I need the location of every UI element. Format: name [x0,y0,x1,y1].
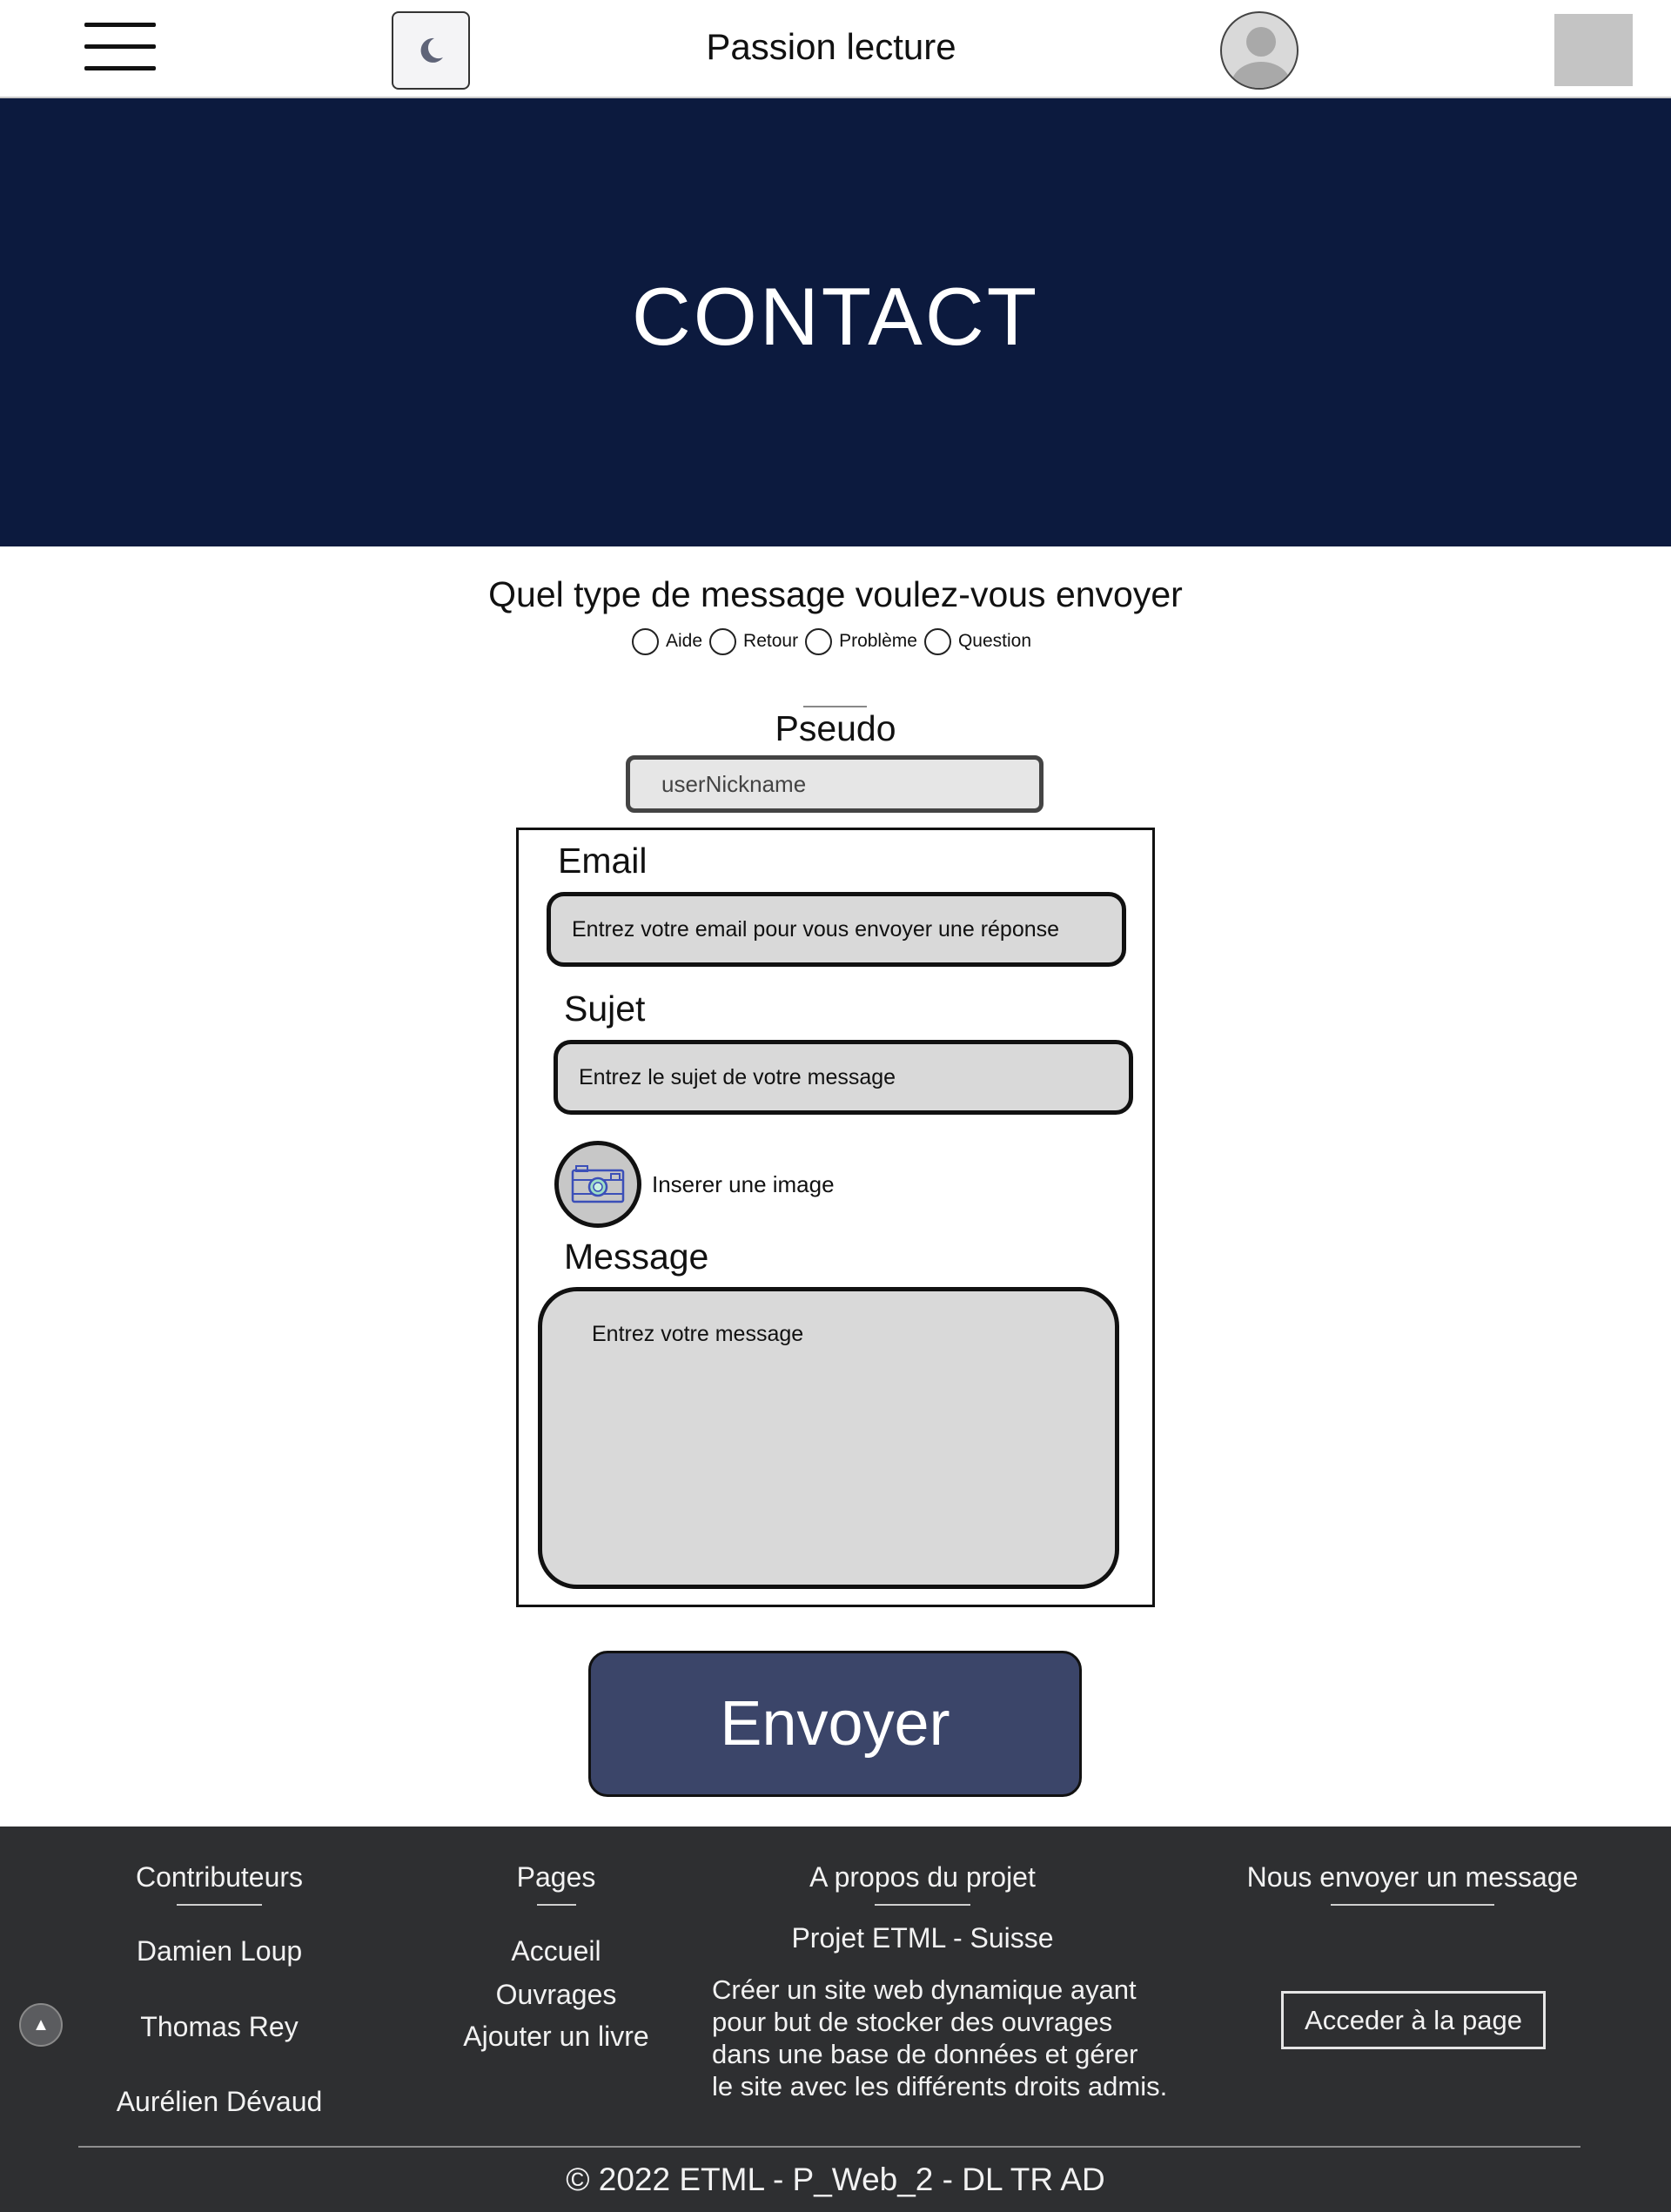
radio-probleme[interactable]: Problème [805,627,917,655]
contact-form: Email Entrez votre email pour vous envoy… [516,828,1155,1607]
dark-mode-toggle-button[interactable] [392,11,470,90]
message-type-question: Quel type de message voulez-vous envoyer [488,574,1183,614]
about-subtitle: Projet ETML - Suisse [791,1922,1054,1954]
footer-link-ajouter-livre[interactable]: Ajouter un livre [426,2021,687,2053]
divider [875,1904,970,1906]
about-line: pour but de stocker des ouvrages [712,2007,1113,2037]
footer-divider [78,2146,1580,2148]
radio-button[interactable] [805,627,833,655]
radio-button[interactable] [632,627,659,655]
contributor-name: Aurélien Dévaud [116,2086,323,2117]
camera-icon [571,1165,625,1203]
footer-pages: Pages [426,1861,687,1906]
email-label: Email [558,841,648,881]
footer-heading: A propos du projet [809,1861,1036,1893]
pseudo-label: Pseudo [775,708,896,748]
divider [1331,1904,1494,1906]
site-footer: Contributeurs Damien Loup Thomas Rey Aur… [0,1827,1671,2212]
radio-label: Aide [666,631,703,651]
hero-banner: CONTACT [0,98,1671,546]
contributor-name: Thomas Rey [140,2011,299,2042]
about-line: le site avec les différents droits admis… [712,2071,1168,2101]
message-type-radio-group: Aide Retour Problème Question [632,627,1038,656]
contributor-name: Damien Loup [136,1935,303,1967]
copyright-text: © 2022 ETML - P_Web_2 - DL TR AD [566,2162,1105,2197]
user-avatar-icon[interactable] [1220,11,1299,90]
footer-heading: Pages [516,1861,596,1893]
placeholder-box [1554,14,1633,86]
radio-label: Retour [743,631,799,651]
insert-image-button[interactable] [554,1141,641,1228]
radio-label: Question [957,631,1032,651]
insert-image-label: Inserer une image [652,1171,835,1197]
divider [536,1904,576,1906]
footer-link-ouvrages[interactable]: Ouvrages [426,1979,687,2011]
footer-link-accueil[interactable]: Accueil [426,1935,687,1967]
footer-heading: Contributeurs [135,1861,304,1893]
page-title: CONTACT [631,270,1040,362]
radio-button[interactable] [709,627,737,655]
hamburger-menu-icon[interactable] [84,23,156,71]
divider [803,706,867,707]
scroll-to-top-button[interactable]: ▲ [19,2003,63,2047]
message-label: Message [564,1237,709,1277]
subject-label: Sujet [564,989,646,1029]
send-button[interactable]: Envoyer [588,1651,1082,1797]
about-description: Créer un site web dynamique ayant pour b… [712,1974,1199,2102]
radio-label: Problème [839,631,917,651]
about-line: dans une base de données et gérer [712,2039,1138,2069]
footer-about: A propos du projet [757,1861,1088,1906]
site-title[interactable]: Passion lecture [609,26,1053,68]
about-line: Créer un site web dynamique ayant [712,1974,1137,2005]
footer-contributors: Contributeurs [87,1861,352,1906]
message-textarea[interactable]: Entrez votre message [538,1287,1119,1589]
radio-button[interactable] [923,627,951,655]
footer-heading: Nous envoyer un message [1246,1861,1579,1893]
radio-aide[interactable]: Aide [632,627,703,655]
pseudo-field[interactable]: userNickname [626,755,1044,813]
divider [177,1904,262,1906]
moon-icon [420,37,443,63]
email-field[interactable]: Entrez votre email pour vous envoyer une… [547,892,1126,967]
footer-contact: Nous envoyer un message [1218,1861,1607,1906]
contact-page-button[interactable]: Acceder à la page [1281,1991,1546,2049]
radio-question[interactable]: Question [923,627,1032,655]
radio-retour[interactable]: Retour [709,627,799,655]
subject-field[interactable]: Entrez le sujet de votre message [554,1040,1133,1115]
arrow-up-icon: ▲ [32,2014,50,2034]
top-header: Passion lecture [0,0,1671,98]
